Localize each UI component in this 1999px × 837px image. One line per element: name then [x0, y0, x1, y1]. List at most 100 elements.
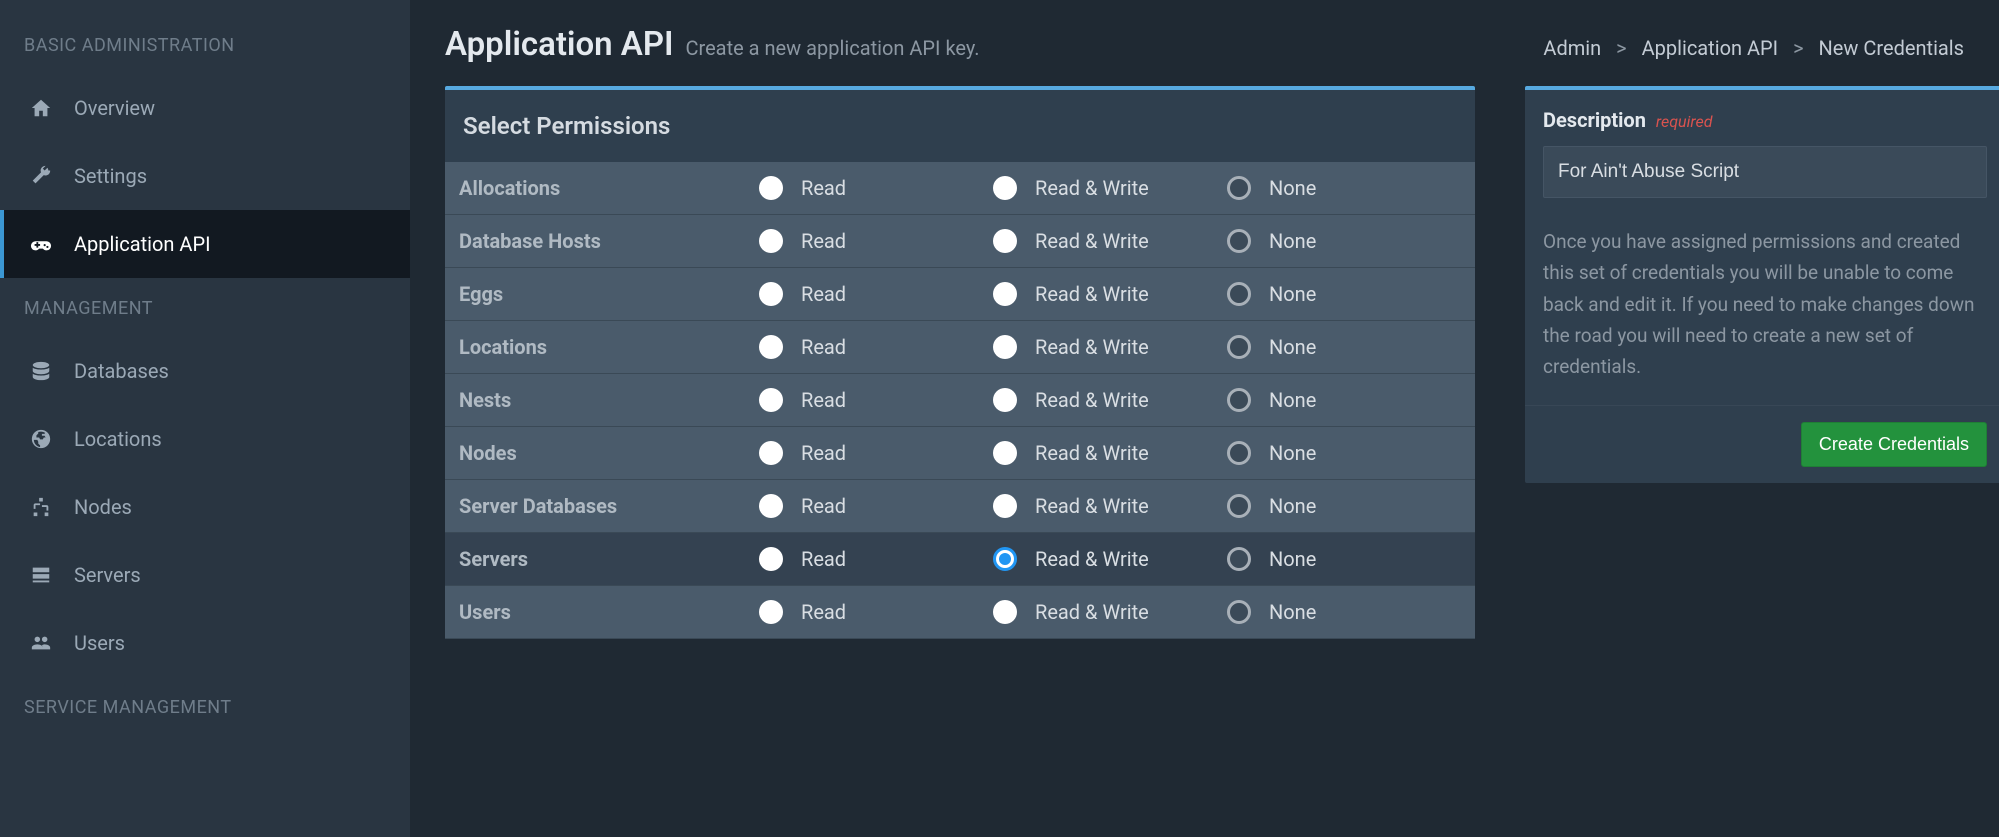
permission-option-none[interactable]: None: [1227, 176, 1461, 200]
radio-icon[interactable]: [993, 176, 1017, 200]
permission-option-read_write[interactable]: Read & Write: [993, 335, 1227, 359]
permission-option-label: Read & Write: [1035, 547, 1149, 571]
sidebar-item-label: Application API: [74, 232, 211, 256]
description-input[interactable]: [1543, 146, 1987, 198]
permission-option-label: None: [1269, 176, 1316, 200]
permission-option-read_write[interactable]: Read & Write: [993, 388, 1227, 412]
radio-icon[interactable]: [1227, 229, 1251, 253]
permission-option-none[interactable]: None: [1227, 229, 1461, 253]
gamepad-icon: [28, 233, 54, 255]
permission-name: Server Databases: [459, 494, 759, 518]
breadcrumb-admin[interactable]: Admin: [1543, 36, 1601, 60]
radio-icon[interactable]: [993, 388, 1017, 412]
radio-icon[interactable]: [1227, 335, 1251, 359]
radio-icon[interactable]: [1227, 176, 1251, 200]
permission-name: Users: [459, 600, 759, 624]
sidebar-item-databases[interactable]: Databases: [0, 337, 410, 405]
permission-option-none[interactable]: None: [1227, 547, 1461, 571]
permission-option-none[interactable]: None: [1227, 282, 1461, 306]
permission-row: NestsReadRead & WriteNone: [445, 374, 1475, 427]
radio-icon[interactable]: [993, 282, 1017, 306]
radio-icon[interactable]: [993, 335, 1017, 359]
permission-option-none[interactable]: None: [1227, 600, 1461, 624]
radio-icon[interactable]: [759, 229, 783, 253]
permission-option-read_write[interactable]: Read & Write: [993, 229, 1227, 253]
permission-option-read[interactable]: Read: [759, 494, 993, 518]
sidebar-item-application-api[interactable]: Application API: [0, 210, 410, 278]
permission-row: Users Read Read & Write None: [445, 586, 1475, 639]
permission-option-label: Read: [801, 600, 846, 624]
permission-option-label: Read & Write: [1035, 335, 1149, 359]
permission-name: Servers: [459, 547, 759, 571]
sidebar-heading-basic: BASIC ADMINISTRATION: [0, 15, 410, 74]
radio-icon[interactable]: [993, 494, 1017, 518]
permission-option-read_write[interactable]: Read & Write: [993, 441, 1227, 465]
permission-option-read[interactable]: Read: [759, 335, 993, 359]
radio-icon[interactable]: [1227, 494, 1251, 518]
permission-option-label: None: [1269, 229, 1316, 253]
home-icon: [28, 97, 54, 119]
permission-option-read_write[interactable]: Read & Write: [993, 600, 1227, 624]
radio-icon[interactable]: [993, 441, 1017, 465]
permission-row: LocationsRead Read & Write None: [445, 321, 1475, 374]
breadcrumb-new-credentials: New Credentials: [1819, 36, 1964, 60]
permission-option-label: Read: [801, 494, 846, 518]
radio-icon[interactable]: [1227, 388, 1251, 412]
permission-option-read[interactable]: Read: [759, 600, 993, 624]
radio-icon[interactable]: [759, 282, 783, 306]
permission-option-read[interactable]: Read: [759, 282, 993, 306]
permission-name: Locations: [459, 335, 759, 359]
sidebar-item-locations[interactable]: Locations: [0, 405, 410, 473]
permission-option-label: Read & Write: [1035, 441, 1149, 465]
radio-icon[interactable]: [759, 176, 783, 200]
permission-option-none[interactable]: None: [1227, 335, 1461, 359]
description-panel: Description required Once you have assig…: [1525, 86, 1999, 483]
radio-icon[interactable]: [1227, 600, 1251, 624]
permission-option-label: None: [1269, 600, 1316, 624]
sidebar-item-users[interactable]: Users: [0, 609, 410, 677]
sidebar-item-nodes[interactable]: Nodes: [0, 473, 410, 541]
radio-icon[interactable]: [1227, 282, 1251, 306]
permission-row: NodesReadRead & WriteNone: [445, 427, 1475, 480]
permission-option-label: Read & Write: [1035, 600, 1149, 624]
radio-icon[interactable]: [993, 229, 1017, 253]
permission-option-none[interactable]: None: [1227, 388, 1461, 412]
permission-option-read_write[interactable]: Read & Write: [993, 547, 1227, 571]
wrench-icon: [28, 165, 54, 187]
description-label: Description: [1543, 108, 1646, 132]
radio-icon[interactable]: [993, 600, 1017, 624]
radio-icon[interactable]: [759, 547, 783, 571]
sidebar-item-servers[interactable]: Servers: [0, 541, 410, 609]
radio-icon[interactable]: [1227, 547, 1251, 571]
permission-option-label: Read: [801, 441, 846, 465]
permission-option-read[interactable]: Read: [759, 547, 993, 571]
description-help-text: Once you have assigned permissions and c…: [1543, 226, 1987, 383]
radio-icon[interactable]: [759, 335, 783, 359]
radio-icon[interactable]: [759, 494, 783, 518]
chevron-right-icon: >: [1616, 36, 1626, 60]
page-title: Application API: [445, 25, 674, 64]
sidebar-item-label: Settings: [74, 164, 147, 188]
permission-row: Server Databases Read Read & WriteNone: [445, 480, 1475, 533]
permission-option-label: Read: [801, 388, 846, 412]
permission-option-read[interactable]: Read: [759, 441, 993, 465]
breadcrumb-app-api[interactable]: Application API: [1642, 36, 1779, 60]
create-credentials-button[interactable]: Create Credentials: [1801, 422, 1987, 467]
permission-option-read_write[interactable]: Read & Write: [993, 282, 1227, 306]
permission-option-read[interactable]: Read: [759, 176, 993, 200]
permission-option-none[interactable]: None: [1227, 494, 1461, 518]
radio-icon[interactable]: [993, 547, 1017, 571]
permission-option-read_write[interactable]: Read & Write: [993, 176, 1227, 200]
permission-option-none[interactable]: None: [1227, 441, 1461, 465]
permission-option-label: None: [1269, 335, 1316, 359]
sidebar-item-settings[interactable]: Settings: [0, 142, 410, 210]
radio-icon[interactable]: [759, 600, 783, 624]
radio-icon[interactable]: [1227, 441, 1251, 465]
users-icon: [28, 632, 54, 654]
permission-option-read_write[interactable]: Read & Write: [993, 494, 1227, 518]
radio-icon[interactable]: [759, 441, 783, 465]
permission-option-read[interactable]: Read: [759, 229, 993, 253]
radio-icon[interactable]: [759, 388, 783, 412]
sidebar-item-overview[interactable]: Overview: [0, 74, 410, 142]
permission-option-read[interactable]: Read: [759, 388, 993, 412]
